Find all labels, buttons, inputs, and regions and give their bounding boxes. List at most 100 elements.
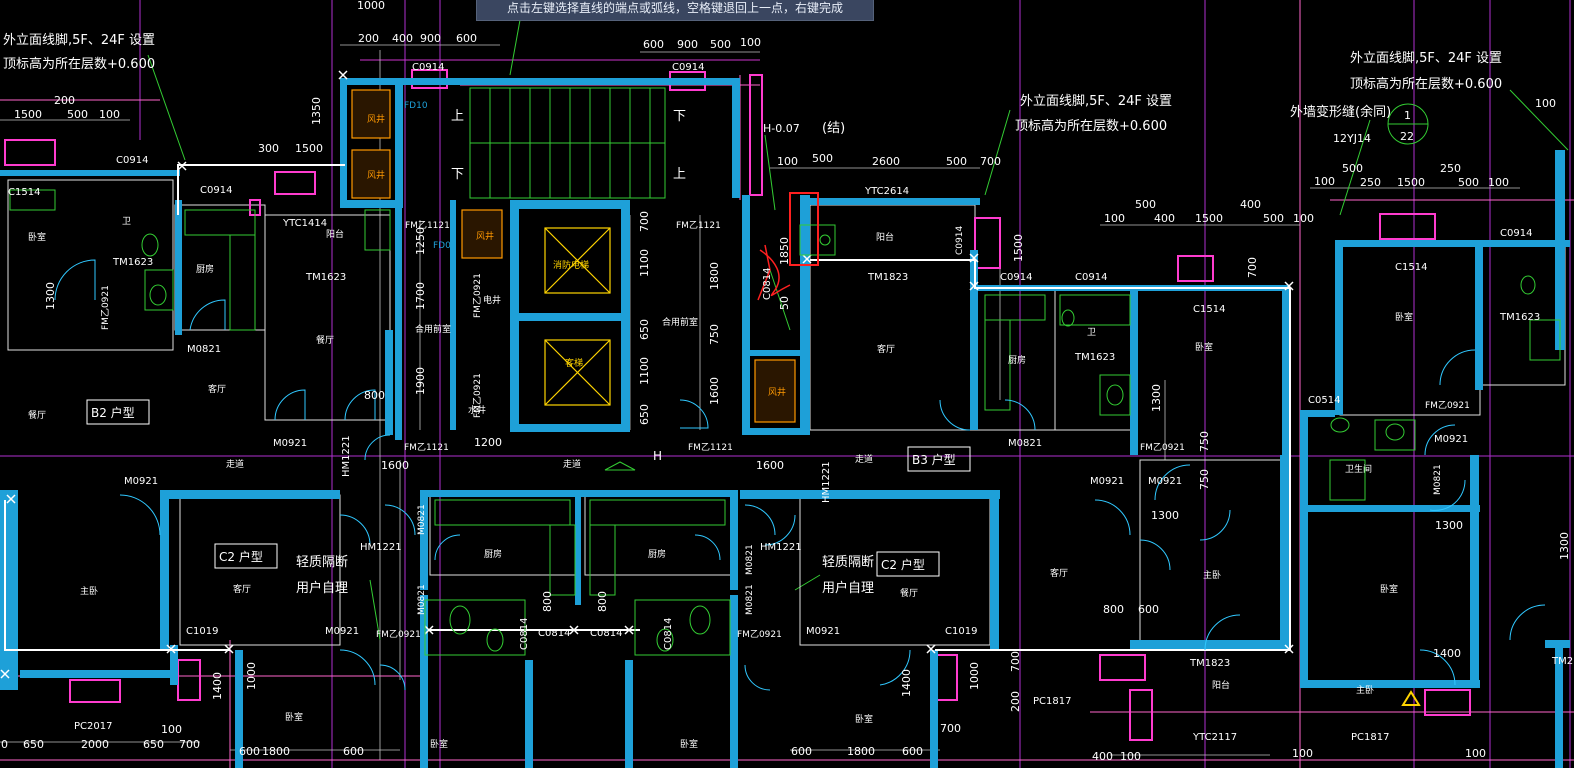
code-tm1623-a: TM1623 [112, 257, 153, 268]
stair-down-label: 下 [451, 167, 464, 182]
dim-650-a: 650 [23, 738, 44, 751]
dim-100-r: 100 [1535, 97, 1556, 110]
note-12yj14: 12YJ14 [1333, 132, 1371, 145]
dim-100-d: 100 [777, 155, 798, 168]
dim-600-r: 600 [1138, 603, 1159, 616]
room-corridor-mid: 走道 [563, 458, 581, 470]
dim-700-v2: 700 [1009, 651, 1022, 672]
dim-2000: 2000 [81, 738, 109, 751]
dim-600-c: 600 [239, 745, 260, 758]
dim-700-bottom: 700 [940, 722, 961, 735]
room-kitchen-c2-r: 厨房 [648, 548, 666, 560]
dim-1100-v1: 1100 [638, 249, 651, 277]
room-front-room: 合用前室 [662, 316, 698, 328]
dim-900-b: 900 [677, 38, 698, 51]
dim-600-b: 600 [643, 38, 664, 51]
room-balcony-b2: 阳台 [326, 228, 344, 240]
code-fm-v-2: FM乙0921 [472, 373, 483, 418]
room-elevator-1: 消防电梯 [553, 259, 589, 271]
room-kitchen-b3: 厨房 [1008, 354, 1026, 366]
note-left-2: 顶标高为所在层数+0.600 [3, 56, 155, 72]
code-ytc1414: YTC1414 [282, 218, 327, 229]
dim-500-i: 500 [1458, 176, 1479, 189]
code-fm1121-c: FM乙1121 [404, 442, 449, 453]
code-hm1221-a: HM1221 [341, 435, 352, 477]
dim-1500-h: 1500 [1397, 176, 1425, 189]
room-bedroom-r: 卧室 [1395, 311, 1413, 323]
dim-100-f: 100 [1104, 212, 1125, 225]
room-bedroom-bottom-m1: 卧室 [430, 738, 448, 750]
code-hm1221-d: HM1221 [760, 542, 802, 553]
dim-1100-v2: 1100 [638, 357, 651, 385]
code-m0921-d: M0921 [806, 626, 840, 637]
code-pc1817-b: PC1817 [1351, 732, 1389, 743]
code-c1514-c: C1514 [1395, 262, 1427, 273]
room-bedroom-b2: 卧室 [28, 231, 46, 243]
code-fm0921-c: FM乙0921 [1140, 442, 1185, 453]
dim-200-v: 200 [1009, 691, 1022, 712]
code-c0814-c: C0814 [762, 268, 773, 300]
dim-650-v: 650 [638, 319, 651, 340]
dim-1600-v: 1600 [708, 377, 721, 405]
code-hm1221-c: HM1221 [821, 461, 832, 503]
dim-1200: 1200 [474, 436, 502, 449]
h-mark-label: H [653, 449, 662, 463]
dim-100-g: 100 [1293, 212, 1314, 225]
code-fm-v-1: FM乙0921 [472, 273, 483, 318]
dim-1300-h: 1300 [1151, 509, 1179, 522]
note-right-2: 顶标高为所在层数+0.600 [1350, 76, 1502, 92]
dim-1800-b: 1800 [262, 745, 290, 758]
code-tm1623-d: TM1623 [1499, 312, 1540, 323]
code-fm0921-v-left: FM乙0921 [100, 285, 111, 330]
code-c0514: C0514 [1308, 395, 1340, 406]
dim-400-a: 400 [392, 32, 413, 45]
dim-1300-h2: 1300 [1435, 519, 1463, 532]
dim-2600: 2600 [872, 155, 900, 168]
code-tm2: TM2 [1551, 656, 1573, 667]
room-living-b2: 客厅 [208, 383, 226, 395]
dim-650-b: 650 [143, 738, 164, 751]
room-master-bottom-r: 主卧 [1356, 684, 1374, 696]
dim-500-h: 500 [1342, 162, 1363, 175]
dim-1600-a: 1600 [381, 459, 409, 472]
dim-1300-l: 1300 [1558, 532, 1571, 560]
room-kitchen-c2-l: 厨房 [484, 548, 502, 560]
dim-1400-v: 1400 [211, 672, 224, 700]
note-mid-1: 外立面线脚,5F、24F 设置 [1020, 93, 1172, 109]
code-m0921-e: M0921 [1090, 476, 1124, 487]
dim-600-f: 600 [902, 745, 923, 758]
cad-drawing-canvas[interactable]: 外立面线脚,5F、24F 设置 顶标高为所在层数+0.600 外立面线脚,5F、… [0, 0, 1574, 768]
dim-1500-b: 1500 [295, 142, 323, 155]
room-wind-well-4: 风井 [768, 386, 786, 398]
code-m0821-v-e: M0821 [1433, 464, 1443, 495]
code-fm0921-d: FM乙0921 [1425, 400, 1470, 411]
note-expansion: 外墙变形缝(余同) [1290, 104, 1391, 120]
code-c0814-e: C0814 [663, 618, 674, 650]
code-ytc2117: YTC2117 [1192, 732, 1237, 743]
dim-500-d: 500 [812, 152, 833, 165]
code-tm1823-b: TM1823 [1189, 658, 1230, 669]
code-fd08: FD08 [433, 241, 457, 251]
dim-50-v: 50 [778, 296, 791, 310]
stair-up-label-right: 上 [673, 167, 686, 182]
dim-1500-v2: 1500 [1012, 234, 1025, 262]
light-partition-label-2: 轻质隔断 [822, 555, 874, 570]
stair-down-label-right: 下 [673, 109, 686, 124]
room-wind-well-3: 风井 [476, 230, 494, 242]
dim-100-j: 100 [1292, 747, 1313, 760]
dim-800-a: 800 [364, 389, 385, 402]
room-bedroom-bottom-l: 卧室 [285, 711, 303, 723]
code-m0921-f: M0921 [1148, 476, 1182, 487]
room-dining-far-left: 餐厅 [28, 409, 46, 421]
room-elevator-2: 客梯 [565, 357, 583, 369]
code-fm0921-b: FM乙0921 [737, 629, 782, 640]
room-living-c2-left: 客厅 [233, 583, 251, 595]
dim-600-a: 600 [456, 32, 477, 45]
dim-250-h: 250 [1360, 176, 1381, 189]
note-left-1: 外立面线脚,5F、24F 设置 [3, 32, 155, 48]
dim-100-c: 100 [99, 108, 120, 121]
dim-1000-v2: 1000 [968, 662, 981, 690]
code-c1019-b: C1019 [945, 626, 977, 637]
dim-500-b: 500 [710, 38, 731, 51]
code-m0821-a: M0821 [187, 344, 221, 355]
